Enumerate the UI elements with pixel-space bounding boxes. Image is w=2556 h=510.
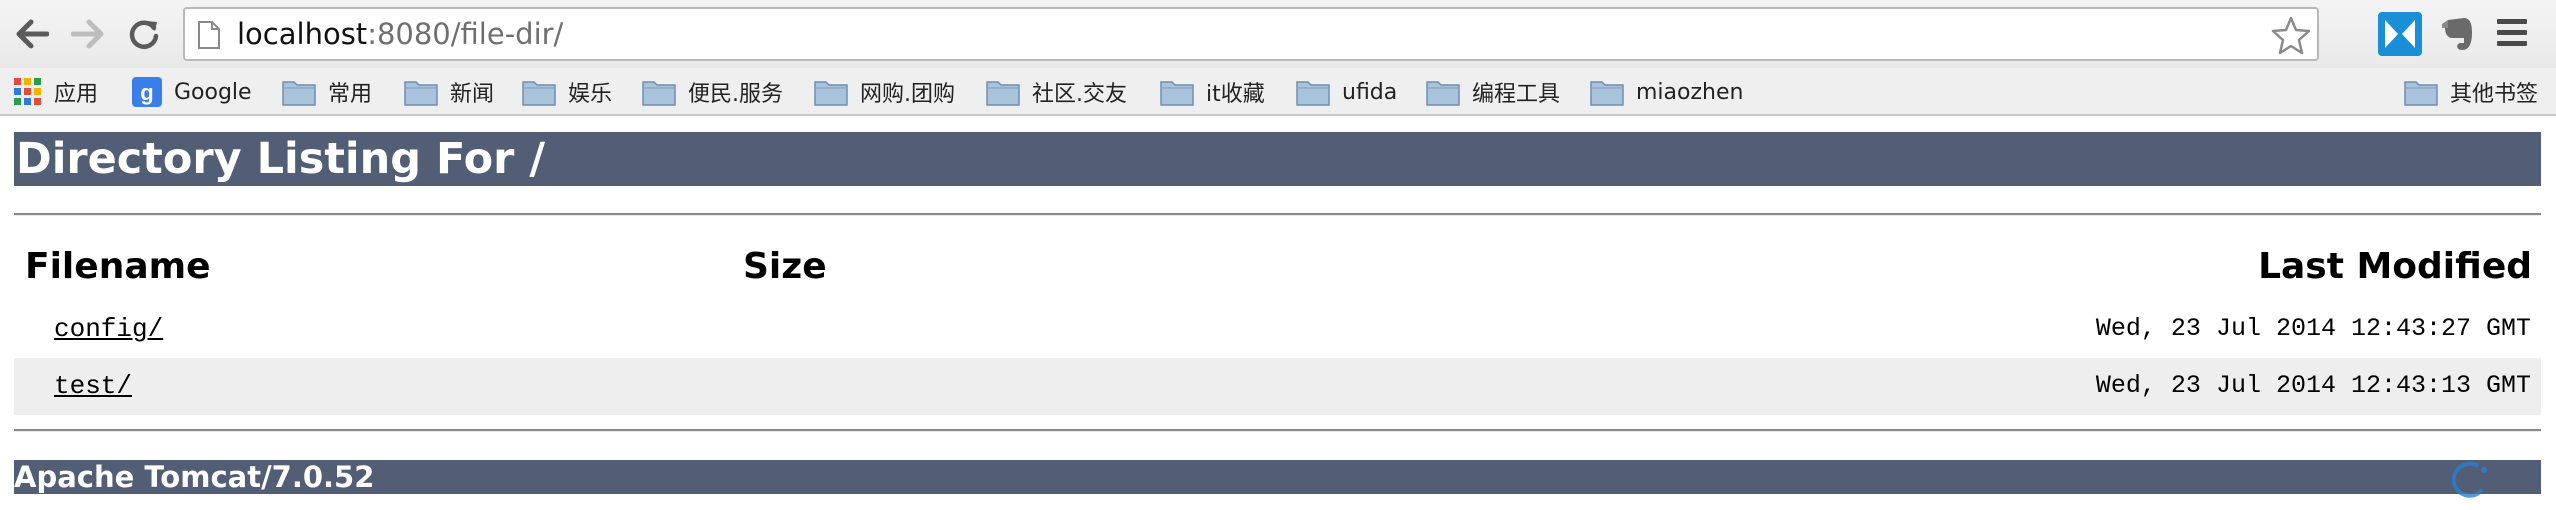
hamburger-menu-icon[interactable] bbox=[2495, 17, 2529, 49]
bookmark-folder-ufida[interactable]: ufida bbox=[1296, 74, 1397, 110]
forward-arrow-icon bbox=[71, 19, 104, 49]
file-link-test[interactable]: test/ bbox=[54, 371, 132, 401]
bookmark-apps[interactable]: 应用 bbox=[14, 74, 98, 110]
table-row: test/ Wed, 23 Jul 2014 12:43:13 GMT bbox=[14, 358, 2541, 415]
apps-grid-icon bbox=[14, 78, 41, 105]
bookmark-google[interactable]: g Google bbox=[132, 74, 252, 110]
bookmark-label: miaozhen bbox=[1636, 79, 1744, 105]
url-path: :8080/file-dir/ bbox=[367, 17, 564, 51]
file-link-config[interactable]: config/ bbox=[54, 314, 163, 344]
folder-icon bbox=[986, 81, 1020, 106]
back-arrow-icon bbox=[16, 19, 49, 49]
url-host: localhost bbox=[237, 17, 368, 51]
folder-icon bbox=[1296, 81, 1330, 106]
bookmark-folder-tools[interactable]: 编程工具 bbox=[1426, 74, 1560, 110]
folder-icon bbox=[522, 81, 556, 106]
divider bbox=[14, 213, 2541, 216]
address-bar[interactable]: localhost:8080/file-dir/ bbox=[183, 7, 2319, 61]
bookmark-other[interactable]: 其他书签 bbox=[2404, 74, 2538, 110]
bookmark-folder-shopping[interactable]: 网购.团购 bbox=[814, 74, 955, 110]
column-header-last-modified: Last Modified bbox=[2258, 246, 2532, 287]
folder-icon bbox=[1160, 81, 1194, 106]
page-title: Directory Listing For / bbox=[14, 132, 2541, 186]
reload-button[interactable] bbox=[122, 12, 166, 56]
bookmark-folder-entertainment[interactable]: 娱乐 bbox=[522, 74, 612, 110]
bookmark-folder-community[interactable]: 社区.交友 bbox=[986, 74, 1127, 110]
star-icon[interactable] bbox=[2271, 15, 2311, 55]
last-modified-cell: Wed, 23 Jul 2014 12:43:27 GMT bbox=[2095, 314, 2531, 343]
table-row: config/ Wed, 23 Jul 2014 12:43:27 GMT bbox=[14, 301, 2541, 358]
page-icon bbox=[198, 21, 220, 49]
server-footer: Apache Tomcat/7.0.52 bbox=[14, 460, 2541, 494]
folder-icon bbox=[642, 81, 676, 106]
browser-toolbar: localhost:8080/file-dir/ bbox=[0, 0, 2556, 68]
bookmark-label: 新闻 bbox=[450, 82, 495, 107]
url-text[interactable]: localhost:8080/file-dir/ bbox=[237, 17, 563, 51]
bookmark-label: 娱乐 bbox=[568, 82, 613, 107]
bookmark-label: Google bbox=[174, 79, 252, 105]
bookmark-folder-changyong[interactable]: 常用 bbox=[282, 74, 372, 110]
folder-icon bbox=[1426, 81, 1460, 106]
bookmark-folder-news[interactable]: 新闻 bbox=[404, 74, 494, 110]
folder-icon bbox=[2404, 81, 2438, 106]
extension-evernote-icon[interactable] bbox=[2438, 14, 2478, 54]
bookmark-label: it收藏 bbox=[1206, 82, 1265, 107]
bookmark-label: 常用 bbox=[328, 82, 373, 107]
reload-icon bbox=[129, 20, 159, 49]
google-icon: g bbox=[132, 77, 162, 107]
folder-icon bbox=[1590, 81, 1624, 106]
column-header-filename: Filename bbox=[25, 246, 211, 287]
column-header-size: Size bbox=[743, 246, 827, 287]
bookmark-label: 编程工具 bbox=[1472, 82, 1561, 107]
back-button[interactable] bbox=[10, 12, 54, 56]
bookmark-label: ufida bbox=[1342, 79, 1398, 105]
bookmark-folder-miaozhen[interactable]: miaozhen bbox=[1590, 74, 1743, 110]
extension-bowtie-icon[interactable] bbox=[2378, 12, 2422, 56]
bookmark-label: 其他书签 bbox=[2450, 82, 2539, 107]
bookmark-label: 网购.团购 bbox=[860, 82, 955, 107]
bookmark-label: 应用 bbox=[54, 82, 99, 107]
last-modified-cell: Wed, 23 Jul 2014 12:43:13 GMT bbox=[2095, 371, 2531, 400]
bookmark-folder-it[interactable]: it收藏 bbox=[1160, 74, 1265, 110]
folder-icon bbox=[814, 81, 848, 106]
watermark-logo bbox=[2451, 461, 2487, 498]
divider bbox=[14, 429, 2541, 432]
bookmark-label: 便民.服务 bbox=[688, 82, 783, 107]
bookmark-label: 社区.交友 bbox=[1032, 82, 1127, 107]
bookmark-folder-services[interactable]: 便民.服务 bbox=[642, 74, 783, 110]
folder-icon bbox=[282, 81, 316, 106]
svg-text:g: g bbox=[140, 80, 153, 105]
forward-button[interactable] bbox=[66, 12, 110, 56]
folder-icon bbox=[404, 81, 438, 106]
bookmarks-bar: 应用 g Google 常用 新闻 娱乐 便民.服务 网购.团购 社区.交友 i… bbox=[0, 68, 2556, 116]
